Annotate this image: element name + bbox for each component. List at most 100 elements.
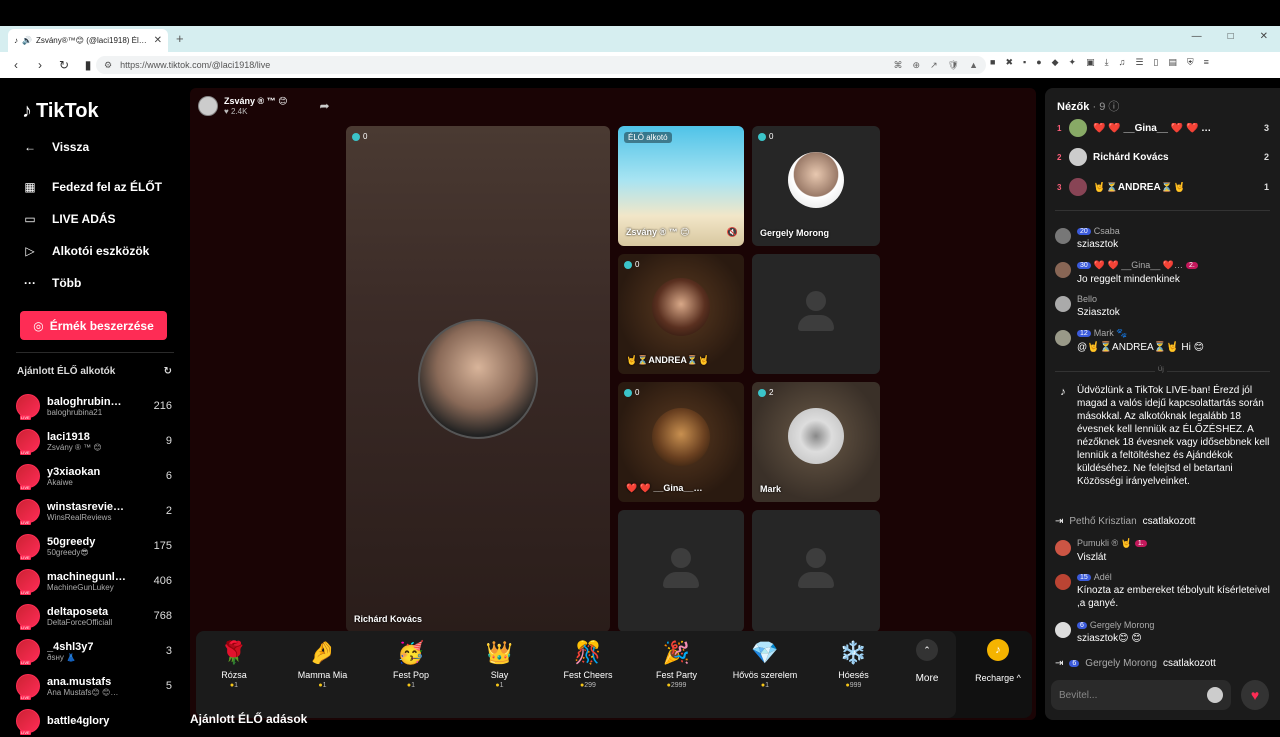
gift-item[interactable]: 👑 Slay ●1 bbox=[460, 639, 540, 689]
gift-item[interactable]: 🥳 Fest Pop ●1 bbox=[371, 639, 451, 689]
join-user[interactable]: Pethő Krisztian bbox=[1069, 516, 1136, 527]
music-icon[interactable]: ♫ bbox=[1119, 57, 1126, 68]
emoji-icon[interactable] bbox=[1207, 687, 1223, 703]
host-avatar[interactable] bbox=[198, 96, 218, 116]
gift-item[interactable]: ❄️ Hóesés ●999 bbox=[814, 639, 894, 689]
creator-item[interactable]: ana.mustafsAna Mustafs😊 😊… 5 bbox=[16, 670, 172, 702]
address-bar[interactable]: ⚙ https://www.tiktok.com/@laci1918/live … bbox=[96, 56, 986, 74]
share-icon[interactable]: ↗ bbox=[930, 60, 938, 71]
share-icon[interactable]: ➦ bbox=[320, 99, 330, 113]
gift-item[interactable]: 💎 Hővös szerelem ●1 bbox=[725, 639, 805, 689]
sidebar-item-go-live[interactable]: ▭ LIVE ADÁS bbox=[22, 212, 115, 226]
chat-message[interactable]: 30 ❤️ ❤️ __Gina__ ❤️… 2. Jo reggelt minden… bbox=[1055, 260, 1270, 286]
empty-guest-slot[interactable] bbox=[752, 254, 880, 374]
extension-icon[interactable]: ▪ bbox=[1023, 57, 1026, 68]
chat-input-placeholder[interactable]: Bevitel... bbox=[1059, 690, 1097, 701]
creator-item[interactable]: winstasrevie…WinsRealReviews 2 bbox=[16, 495, 172, 527]
creator-item[interactable]: battle4glory bbox=[16, 705, 172, 737]
gift-item[interactable]: 🎊 Fest Cheers ●299 bbox=[548, 639, 628, 689]
viewer-row[interactable]: 1 ❤️ ❤️ __Gina__ ❤️ ❤️ … 3 bbox=[1057, 118, 1269, 138]
chat-message[interactable]: 20 Csaba sziasztok bbox=[1055, 226, 1270, 251]
join-user[interactable]: Gergely Morong bbox=[1085, 658, 1157, 669]
back-icon[interactable]: ‹ bbox=[10, 58, 22, 72]
zoom-icon[interactable]: ⊕ bbox=[913, 60, 921, 71]
rewards-icon[interactable]: ▲ bbox=[969, 60, 978, 71]
sidebar-item-more[interactable]: ··· Több bbox=[22, 276, 81, 290]
refresh-icon[interactable]: ↻ bbox=[164, 366, 172, 377]
creator-item[interactable]: 50greedy50greedy😎 175 bbox=[16, 530, 172, 562]
chat-user[interactable]: Adél bbox=[1094, 572, 1112, 582]
recharge-button[interactable]: ♪ Recharge ^ bbox=[968, 639, 1028, 683]
minimize-button[interactable]: — bbox=[1192, 31, 1202, 42]
brave-shield-icon[interactable]: 🛡 bbox=[948, 60, 959, 71]
guest-tile[interactable]: 0 🤘⏳ANDREA⏳🤘 bbox=[618, 254, 744, 374]
chat-user[interactable]: Mark 🐾 bbox=[1094, 328, 1128, 339]
main-guest-tile[interactable]: 0 Richárd Kovács bbox=[346, 126, 610, 632]
chat-message[interactable]: Bello Sziasztok bbox=[1055, 294, 1270, 319]
translate-icon[interactable]: ⌘ bbox=[894, 60, 903, 71]
chat-user[interactable]: Bello bbox=[1077, 294, 1097, 304]
chat-message[interactable]: Pumukli ® 🤘 1. Viszlát bbox=[1055, 538, 1270, 564]
close-tab-icon[interactable]: ✕ bbox=[154, 35, 162, 46]
chat-message[interactable]: 15 Adél Kínozta az embereket tébolyult kí… bbox=[1055, 572, 1270, 610]
back-link[interactable]: ← Vissza bbox=[22, 140, 89, 154]
gift-item[interactable]: 🎉 Fest Party ●2999 bbox=[637, 639, 717, 689]
guest-tile[interactable]: 0 ❤️ ❤️ __Gina__… bbox=[618, 382, 744, 502]
gift-item[interactable]: 🌹 Rózsa ●1 bbox=[194, 639, 274, 689]
guest-tile[interactable]: 0 Gergely Morong bbox=[752, 126, 880, 246]
chat-user[interactable]: Pumukli ® 🤘 bbox=[1077, 538, 1132, 549]
extension-icon[interactable]: ✦ bbox=[1069, 57, 1077, 68]
empty-person-icon bbox=[796, 548, 836, 594]
creator-item[interactable]: baloghrubin…baloghrubina21 216 bbox=[16, 390, 172, 422]
host-tile[interactable]: ÉLŐ alkotó Zsvány ® ™ 😊 🔇 bbox=[618, 126, 744, 246]
sidebar-item-creator-tools[interactable]: ▷ Alkotói eszközök bbox=[22, 244, 149, 258]
browser-tab[interactable]: ♪ 🔊 Zsvány®™😊 (@laci1918) Él… ✕ bbox=[8, 29, 168, 52]
wallet-icon[interactable]: ▤ bbox=[1168, 57, 1177, 68]
viewer-row[interactable]: 3 🤘⏳ANDREA⏳🤘 1 bbox=[1057, 177, 1269, 197]
site-info-icon[interactable]: ⚙ bbox=[104, 60, 112, 71]
chat-message[interactable]: 6 Gergely Morong sziasztok😊 😊 bbox=[1055, 620, 1270, 645]
chat-user[interactable]: Gergely Morong bbox=[1090, 620, 1155, 630]
creator-item[interactable]: y3xiaokanAkaiwe 6 bbox=[16, 460, 172, 492]
close-window-button[interactable]: ✕ bbox=[1260, 31, 1268, 42]
sidebar-icon[interactable]: ▯ bbox=[1153, 57, 1158, 68]
chat-message[interactable]: 12 Mark 🐾 @🤘⏳ANDREA⏳🤘 Hi 😊 bbox=[1055, 328, 1270, 354]
chat-user[interactable]: ❤️ ❤️ __Gina__ ❤️… bbox=[1094, 260, 1183, 271]
chat-input[interactable]: Bevitel... bbox=[1051, 680, 1231, 710]
forward-icon[interactable]: › bbox=[34, 58, 46, 72]
download-icon[interactable]: ⤓ bbox=[1105, 57, 1109, 68]
empty-guest-slot[interactable] bbox=[752, 510, 880, 632]
extension-icon[interactable]: ■ bbox=[990, 57, 995, 68]
audio-icon[interactable]: 🔊 bbox=[22, 36, 32, 45]
extension-icon[interactable]: ◆ bbox=[1052, 57, 1059, 68]
get-coins-button[interactable]: ◎ Érmék beszerzése bbox=[20, 311, 167, 340]
menu-icon[interactable]: ≡ bbox=[1204, 57, 1209, 68]
reload-icon[interactable]: ↻ bbox=[58, 58, 70, 72]
guest-tile[interactable]: 2 Mark bbox=[752, 382, 880, 502]
creator-item[interactable]: machinegunl…MachineGunLukey 406 bbox=[16, 565, 172, 597]
sidebar-item-explore-live[interactable]: ▦ Fedezd fel az ÉLŐT bbox=[22, 180, 162, 194]
more-gifts-button[interactable]: ⌃ More bbox=[902, 639, 952, 684]
like-button[interactable]: ♥ bbox=[1241, 680, 1269, 710]
creator-avatar bbox=[16, 709, 40, 735]
info-icon[interactable]: ⓘ bbox=[1108, 101, 1119, 113]
host-name[interactable]: Zsvány ® ™ 😊 bbox=[224, 96, 288, 107]
creator-item[interactable]: deltaposetaDeltaForceOfficiall 768 bbox=[16, 600, 172, 632]
empty-guest-slot[interactable] bbox=[618, 510, 744, 632]
bookmark-icon[interactable]: ▮ bbox=[82, 58, 94, 72]
maximize-button[interactable]: □ bbox=[1228, 31, 1234, 42]
viewer-row[interactable]: 2 Richárd Kovács 2 bbox=[1057, 147, 1269, 167]
chat-user[interactable]: Csaba bbox=[1094, 226, 1120, 236]
reading-list-icon[interactable]: ☰ bbox=[1135, 57, 1143, 68]
chat-avatar bbox=[1055, 228, 1071, 244]
new-tab-button[interactable]: + bbox=[176, 31, 184, 46]
extension-icon[interactable]: ✖ bbox=[1005, 57, 1013, 68]
extension-icon[interactable]: ● bbox=[1036, 57, 1041, 68]
gift-item[interactable]: 🤌 Mamma Mia ●1 bbox=[283, 639, 363, 689]
tiktok-logo[interactable]: ♪ TikTok bbox=[22, 100, 99, 123]
url-text[interactable]: https://www.tiktok.com/@laci1918/live bbox=[120, 60, 270, 70]
vpn-icon[interactable]: ⛨ bbox=[1187, 57, 1194, 68]
extension-icon[interactable]: ▣ bbox=[1086, 57, 1095, 68]
creator-item[interactable]: laci1918Zsvány ® ™ 😊 9 bbox=[16, 425, 172, 457]
creator-item[interactable]: _4shl3y7ðsнy 👗 3 bbox=[16, 635, 172, 667]
